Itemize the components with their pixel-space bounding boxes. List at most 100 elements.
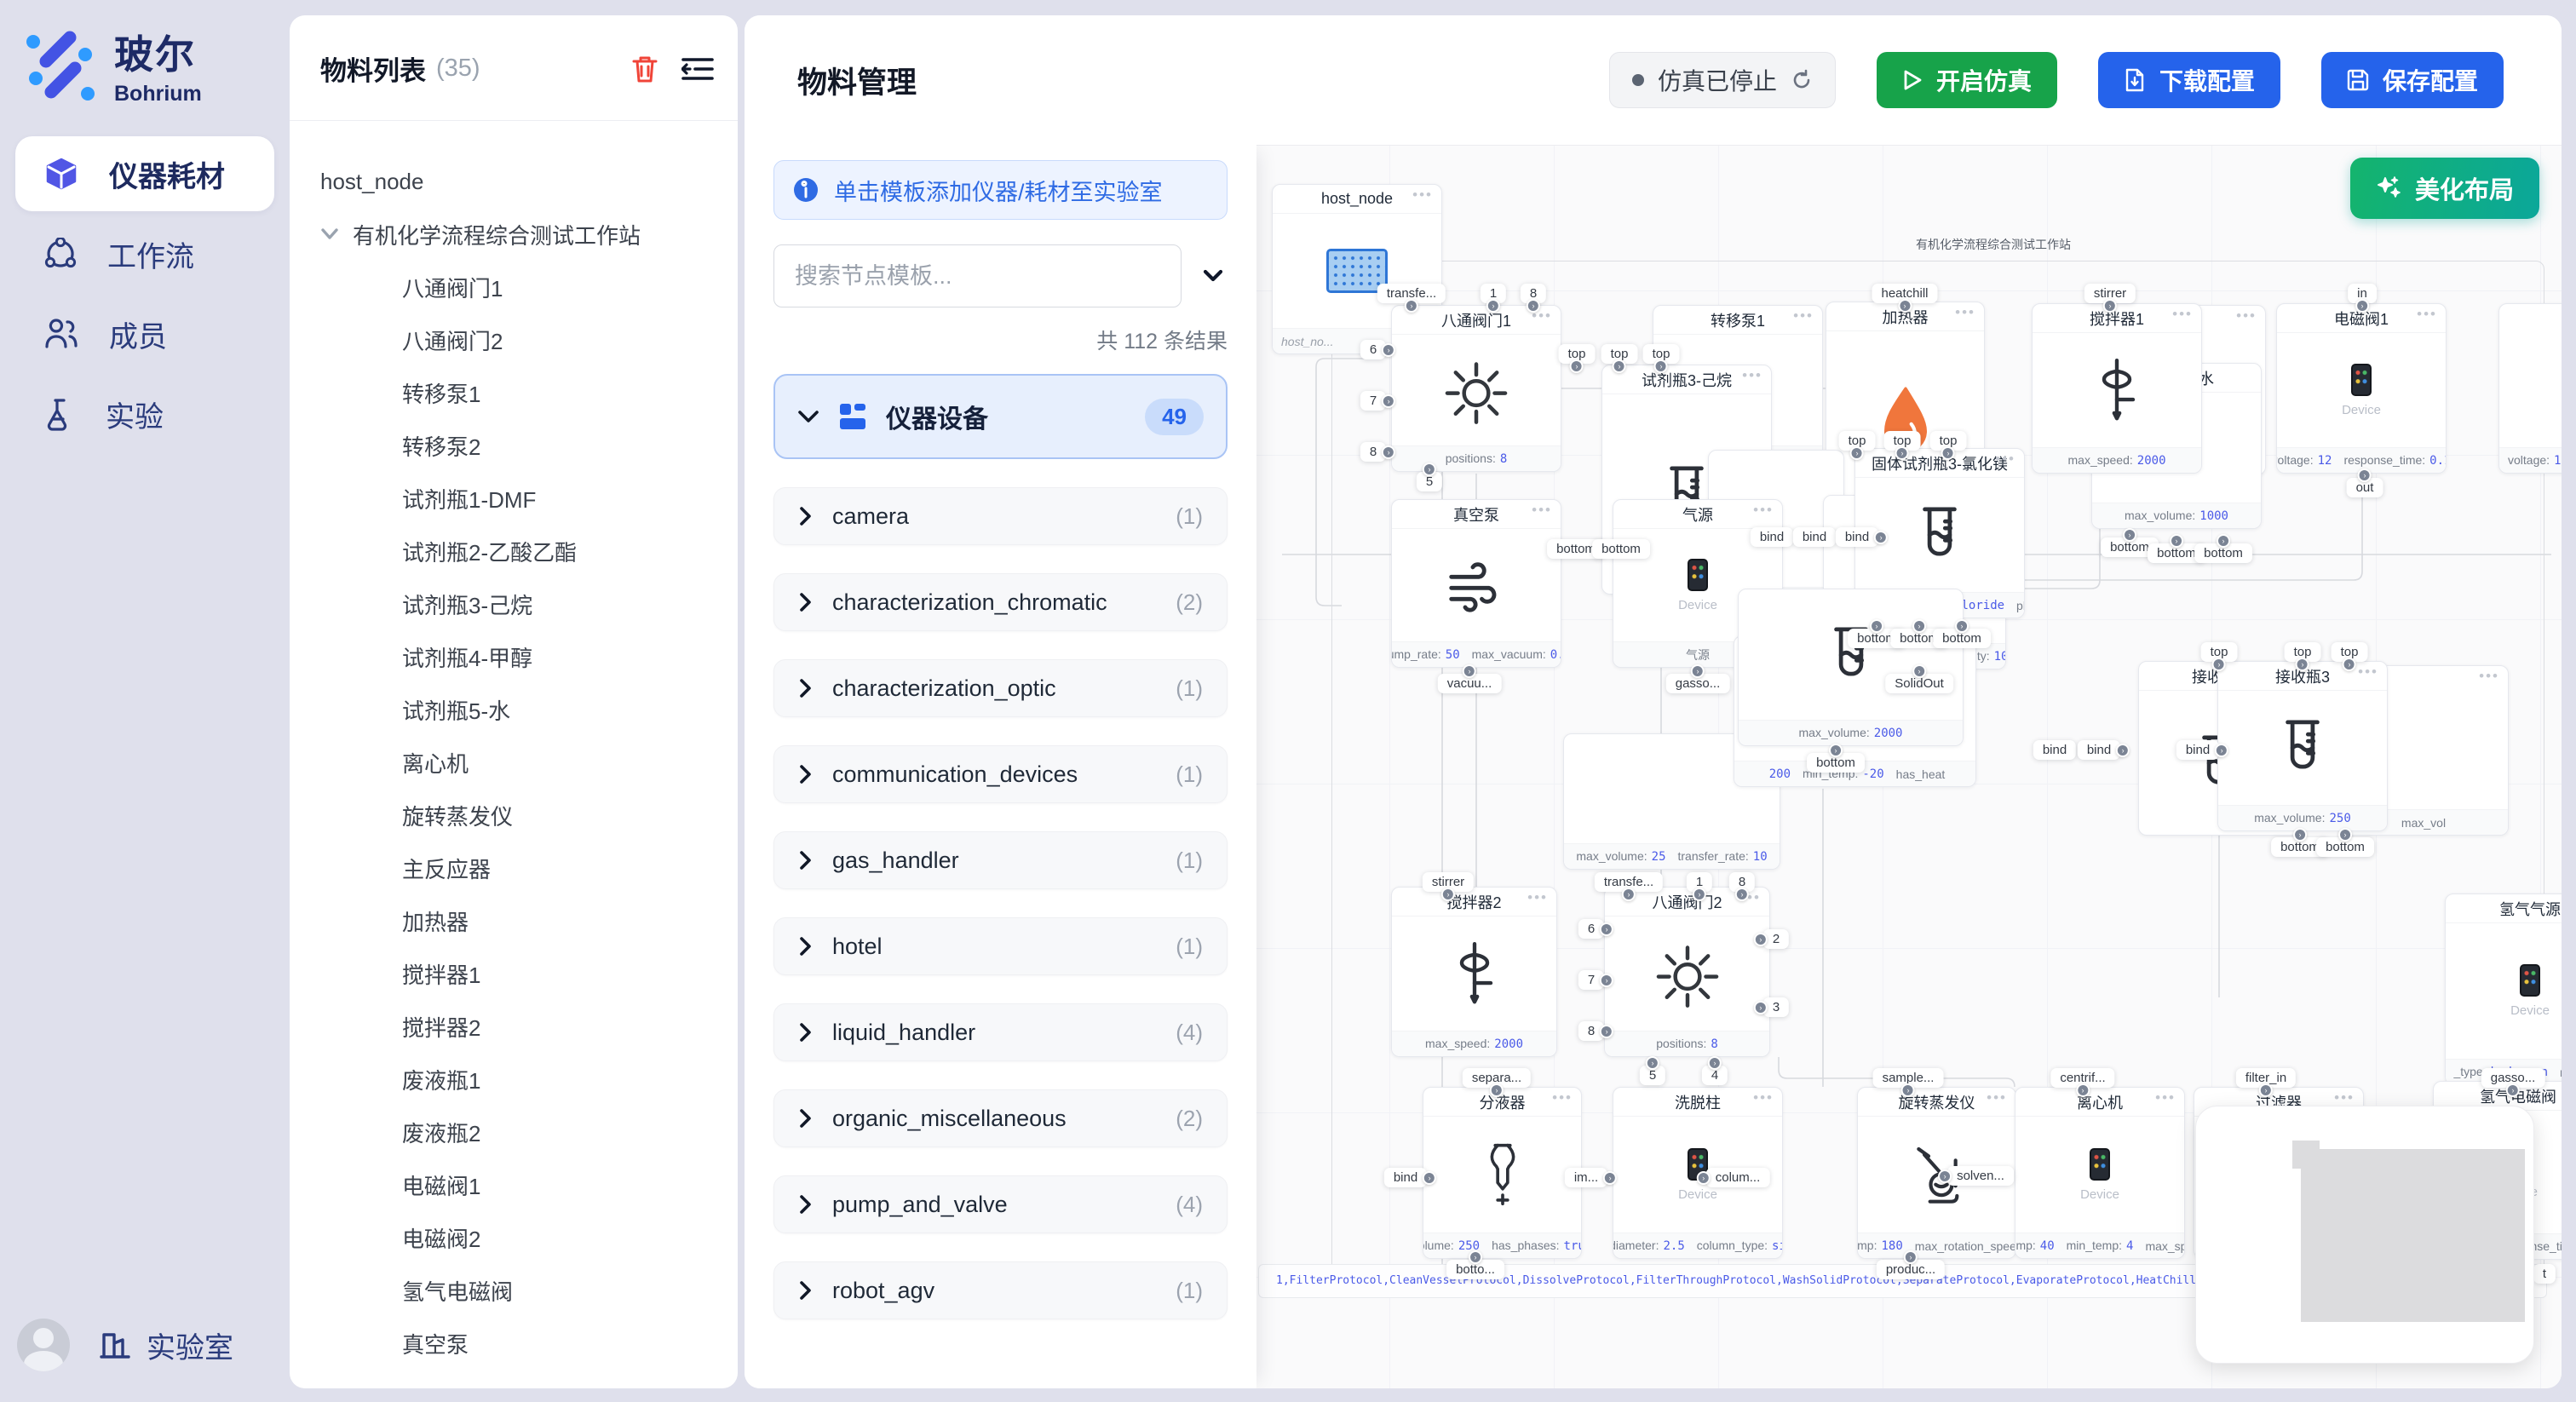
- node-menu-button[interactable]: •••: [1753, 502, 1774, 519]
- node-menu-button[interactable]: •••: [2155, 1089, 2176, 1106]
- port-pill[interactable]: 3›: [1763, 997, 1789, 1017]
- node-menu-button[interactable]: •••: [2417, 306, 2437, 323]
- category-robot_agv[interactable]: robot_agv(1): [773, 1261, 1228, 1319]
- port-pill[interactable]: SolidOut›: [1885, 674, 1953, 693]
- port-handle-icon[interactable]: ›: [1912, 664, 1926, 678]
- category-communication_devices[interactable]: communication_devices(1): [773, 745, 1228, 803]
- node-menu-button[interactable]: •••: [1753, 1089, 1774, 1106]
- graph-canvas[interactable]: 有机化学流程综合测试工作站1,FilterProtocol,CleanVesse…: [1256, 145, 2562, 1388]
- port-handle-icon[interactable]: ›: [1874, 531, 1888, 544]
- port-pill[interactable]: bottom›: [2194, 543, 2252, 563]
- port-pill[interactable]: bind: [1751, 527, 1793, 547]
- port-pill[interactable]: top›: [1643, 344, 1680, 364]
- category-pump_and_valve[interactable]: pump_and_valve(4): [773, 1175, 1228, 1233]
- port-pill[interactable]: out›: [2347, 478, 2383, 497]
- port-pill[interactable]: 8›: [1360, 442, 1386, 462]
- port-pill[interactable]: filter_in›: [2236, 1068, 2296, 1088]
- start-sim-button[interactable]: 开启仿真: [1877, 52, 2057, 108]
- port-handle-icon[interactable]: ›: [2123, 528, 2136, 542]
- collapse-panel-button[interactable]: [681, 56, 714, 82]
- port-pill[interactable]: 1›: [1687, 872, 1712, 892]
- category-camera[interactable]: camera(1): [773, 487, 1228, 545]
- node-menu-button[interactable]: •••: [2479, 668, 2499, 685]
- download-config-button[interactable]: 下载配置: [2098, 52, 2280, 108]
- section-device[interactable]: 仪器设备 49: [773, 374, 1228, 459]
- receiver3-node[interactable]: 接收瓶3•••max_volume:250: [2217, 661, 2388, 831]
- node-menu-button[interactable]: •••: [1527, 889, 1548, 906]
- port-handle-icon[interactable]: ›: [1382, 343, 1395, 357]
- tree-item[interactable]: 八通阀门1: [320, 261, 729, 313]
- port-handle-icon[interactable]: ›: [2358, 468, 2372, 482]
- port-pill[interactable]: colum...›: [1706, 1168, 1770, 1187]
- scrollbar[interactable]: [2562, 0, 2576, 1402]
- port-handle-icon[interactable]: ›: [1691, 664, 1705, 678]
- tree-item[interactable]: 主反应器: [320, 842, 729, 894]
- tree-item[interactable]: 试剂瓶2-乙酸乙酯: [320, 525, 729, 577]
- valve8-2-node[interactable]: 八通阀门2•••positions:8: [1604, 887, 1770, 1057]
- port-pill[interactable]: bind: [1793, 527, 1836, 547]
- port-handle-icon[interactable]: ›: [1955, 619, 1969, 633]
- tree-item[interactable]: 搅拌器2: [320, 1000, 729, 1053]
- category-gas_handler[interactable]: gas_handler(1): [773, 831, 1228, 889]
- stirrer1-node[interactable]: 搅拌器1•••max_speed:2000: [2032, 303, 2202, 474]
- tree-item[interactable]: 转移泵2: [320, 419, 729, 472]
- separator-node[interactable]: 分液器•••volume:250has_phases:true: [1423, 1087, 1582, 1259]
- port-handle-icon[interactable]: ›: [1829, 744, 1843, 757]
- tree-item[interactable]: 废液瓶1: [320, 1053, 729, 1106]
- centrifuge-node[interactable]: 离心机•••Devicetemp:40min_temp:4max_spe: [2015, 1087, 2185, 1259]
- category-characterization_chromatic[interactable]: characterization_chromatic(2): [773, 573, 1228, 631]
- port-pill[interactable]: 5›: [1640, 1066, 1665, 1085]
- port-pill[interactable]: 5›: [1417, 472, 1442, 491]
- port-handle-icon[interactable]: ›: [2116, 744, 2130, 757]
- port-handle-icon[interactable]: ›: [1603, 1171, 1617, 1185]
- node-menu-button[interactable]: •••: [2236, 307, 2257, 325]
- port-handle-icon[interactable]: ›: [2215, 744, 2228, 757]
- tree-item[interactable]: 八通阀门2: [320, 313, 729, 366]
- port-pill[interactable]: top›: [1839, 431, 1876, 451]
- port-handle-icon[interactable]: ›: [1382, 394, 1395, 408]
- tree-item[interactable]: 电磁阀1: [320, 1158, 729, 1211]
- port-pill[interactable]: heatchill›: [1872, 284, 1937, 303]
- node-menu-button[interactable]: •••: [1412, 187, 1433, 204]
- port-pill[interactable]: 8›: [1521, 284, 1546, 303]
- tree-item[interactable]: 电磁阀2: [320, 1211, 729, 1264]
- port-handle-icon[interactable]: ›: [1754, 1001, 1768, 1014]
- solenoid1-node[interactable]: 电磁阀1•••Devicevoltage:12response_time:0.1: [2276, 303, 2447, 474]
- tree-item[interactable]: 试剂瓶5-水: [320, 683, 729, 736]
- port-pill[interactable]: in›: [2348, 284, 2377, 303]
- port-handle-icon[interactable]: ›: [2076, 1083, 2090, 1097]
- category-characterization_optic[interactable]: characterization_optic(1): [773, 659, 1228, 717]
- port-pill[interactable]: top›: [1559, 344, 1596, 364]
- port-handle-icon[interactable]: ›: [1938, 1169, 1952, 1183]
- port-handle-icon[interactable]: ›: [1904, 1250, 1918, 1264]
- port-pill[interactable]: vacuu...›: [1438, 674, 1502, 693]
- port-pill[interactable]: 6›: [1360, 340, 1386, 359]
- port-pill[interactable]: bind›: [1384, 1168, 1427, 1187]
- port-handle-icon[interactable]: ›: [1646, 1056, 1659, 1070]
- port-pill[interactable]: sample...›: [1873, 1068, 1944, 1088]
- solenoid2-node[interactable]: •••voltage:12: [2498, 303, 2562, 474]
- tree-item[interactable]: 离心机: [320, 736, 729, 789]
- port-handle-icon[interactable]: ›: [1423, 463, 1436, 476]
- node-menu-button[interactable]: •••: [1552, 1089, 1573, 1106]
- port-handle-icon[interactable]: ›: [2355, 299, 2369, 313]
- tree-item[interactable]: 旋转蒸发仪: [320, 789, 729, 842]
- category-organic_miscellaneous[interactable]: organic_miscellaneous(2): [773, 1089, 1228, 1147]
- port-pill[interactable]: top›: [2201, 642, 2238, 662]
- sidebar-item-members[interactable]: 成员: [15, 296, 274, 371]
- port-handle-icon[interactable]: ›: [2217, 534, 2230, 548]
- port-handle-icon[interactable]: ›: [1754, 933, 1768, 946]
- tree-item[interactable]: 搅拌器1: [320, 947, 729, 1000]
- avatar[interactable]: [17, 1319, 70, 1371]
- port-pill[interactable]: produc...›: [1877, 1260, 1945, 1279]
- port-pill[interactable]: stirrer›: [1423, 872, 1474, 892]
- port-pill[interactable]: bind: [2033, 740, 2076, 760]
- port-pill[interactable]: top›: [1930, 431, 1967, 451]
- port-handle-icon[interactable]: ›: [1870, 619, 1883, 633]
- port-pill[interactable]: gasso...›: [2481, 1068, 2545, 1088]
- category-hotel[interactable]: hotel(1): [773, 917, 1228, 975]
- beautify-layout-button[interactable]: 美化布局: [2350, 158, 2539, 219]
- port-pill[interactable]: solven...›: [1947, 1166, 2014, 1186]
- minimap[interactable]: [2195, 1106, 2534, 1364]
- node-menu-button[interactable]: •••: [2358, 664, 2378, 681]
